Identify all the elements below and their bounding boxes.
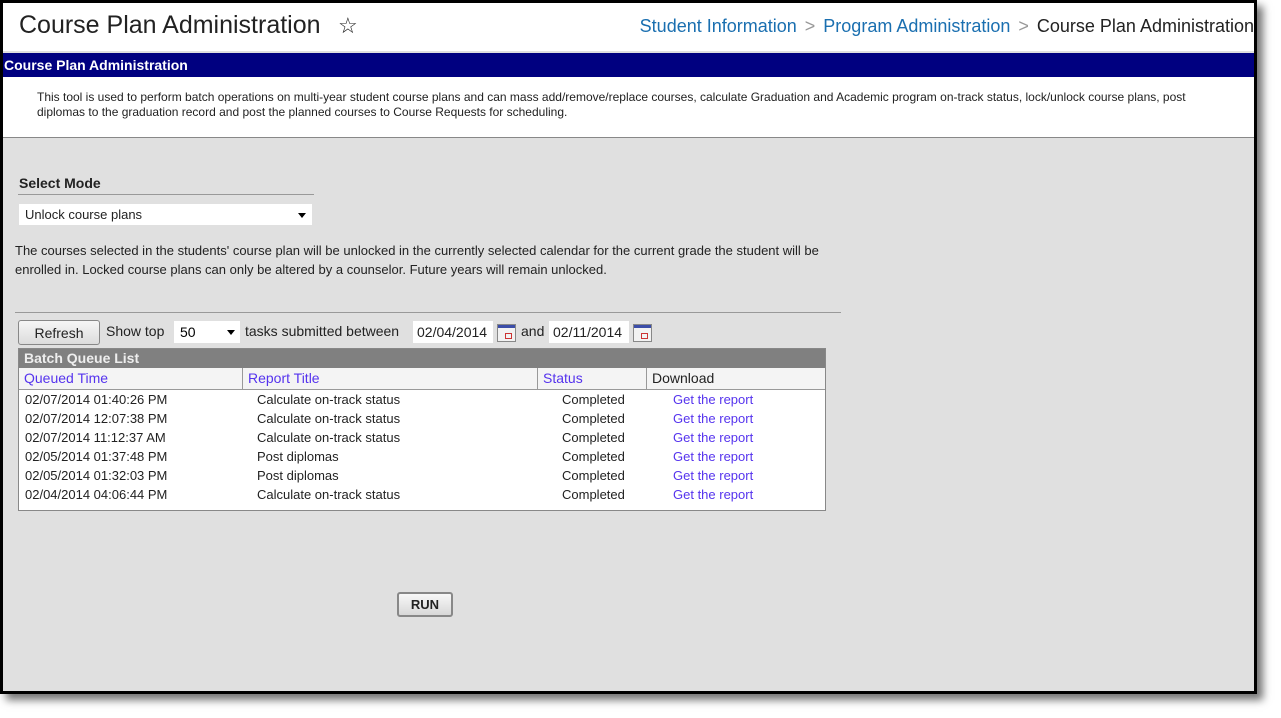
divider (18, 194, 314, 195)
and-label: and (521, 323, 545, 339)
status-cell: Completed (562, 392, 625, 407)
batch-queue-title: Batch Queue List (19, 349, 825, 368)
refresh-button[interactable]: Refresh (18, 320, 100, 345)
get-report-link[interactable]: Get the report (673, 466, 753, 485)
column-queued-time[interactable]: Queued Time (19, 368, 243, 389)
show-top-select[interactable]: 50 (174, 321, 240, 343)
queued-time-cell: 02/07/2014 12:07:38 PM (25, 411, 168, 426)
tool-description-box: This tool is used to perform batch opera… (3, 77, 1254, 138)
get-report-link[interactable]: Get the report (673, 485, 753, 504)
dropdown-caret-icon (227, 330, 235, 335)
batch-queue-list: Batch Queue List Queued Time Report Titl… (18, 348, 826, 511)
report-title-cell: Post diplomas (257, 468, 339, 483)
status-cell: Completed (562, 487, 625, 502)
queued-time-cell: 02/05/2014 01:32:03 PM (25, 468, 168, 483)
report-title-cell: Calculate on-track status (257, 392, 401, 407)
get-report-link[interactable]: Get the report (673, 447, 753, 466)
top-bar: Course Plan Administration ☆ Student Inf… (3, 3, 1254, 51)
table-row: 02/07/2014 11:12:37 AM Calculate on-track… (19, 428, 825, 447)
column-status[interactable]: Status (538, 368, 647, 389)
calendar-icon[interactable] (497, 324, 516, 342)
report-title-cell: Calculate on-track status (257, 411, 401, 426)
get-report-link[interactable]: Get the report (673, 409, 753, 428)
report-title-cell: Post diplomas (257, 449, 339, 464)
run-button[interactable]: RUN (397, 592, 453, 617)
tool-description: This tool is used to perform batch opera… (37, 90, 1186, 119)
queued-time-cell: 02/05/2014 01:37:48 PM (25, 449, 168, 464)
table-row: 02/04/2014 04:06:44 PM Calculate on-track… (19, 485, 825, 504)
get-report-link[interactable]: Get the report (673, 428, 753, 447)
divider (15, 312, 841, 313)
favorite-star-icon[interactable]: ☆ (338, 13, 358, 39)
tasks-between-label: tasks submitted between (245, 323, 400, 339)
breadcrumb-student-information[interactable]: Student Information (640, 16, 797, 36)
status-cell: Completed (562, 468, 625, 483)
chevron-right-icon: > (1018, 16, 1029, 36)
calendar-icon[interactable] (633, 324, 652, 342)
chevron-right-icon: > (804, 16, 816, 36)
queued-time-cell: 02/07/2014 11:12:37 AM (25, 430, 166, 445)
breadcrumb-current: Course Plan Administration (1036, 16, 1254, 36)
column-report-title[interactable]: Report Title (243, 368, 538, 389)
mode-select-value: Unlock course plans (25, 207, 143, 222)
panel-header: Course Plan Administration (3, 53, 1254, 77)
status-cell: Completed (562, 449, 625, 464)
breadcrumb: Student Information > Program Administrati… (640, 16, 1254, 37)
mode-description: The courses selected in the students' co… (15, 243, 819, 277)
status-cell: Completed (562, 411, 625, 426)
get-report-link[interactable]: Get the report (673, 390, 753, 409)
start-date-input[interactable] (413, 321, 493, 343)
select-mode-label: Select Mode (19, 175, 101, 191)
breadcrumb-program-administration[interactable]: Program Administration (823, 16, 1010, 36)
app-window: Course Plan Administration ☆ Student Inf… (0, 0, 1257, 694)
report-title-cell: Calculate on-track status (257, 430, 401, 445)
table-row: 02/05/2014 01:32:03 PM Post diplomas Compl… (19, 466, 825, 485)
queued-time-cell: 02/07/2014 01:40:26 PM (25, 392, 168, 407)
table-row: 02/07/2014 12:07:38 PM Calculate on-track… (19, 409, 825, 428)
dropdown-caret-icon (298, 213, 306, 218)
table-row: 02/07/2014 01:40:26 PM Calculate on-track… (19, 390, 825, 409)
batch-queue-header: Queued Time Report Title Status Download (19, 368, 825, 390)
column-download: Download (652, 370, 715, 386)
status-cell: Completed (562, 430, 625, 445)
mode-select[interactable]: Unlock course plans (19, 204, 312, 225)
batch-queue-rows: 02/07/2014 01:40:26 PM Calculate on-track… (19, 390, 825, 504)
table-row: 02/05/2014 01:37:48 PM Post diplomas Compl… (19, 447, 825, 466)
show-top-value: 50 (180, 324, 196, 340)
page-title: Course Plan Administration (19, 11, 321, 39)
report-title-cell: Calculate on-track status (257, 487, 401, 502)
show-top-label: Show top (106, 323, 165, 339)
end-date-input[interactable] (549, 321, 629, 343)
queued-time-cell: 02/04/2014 04:06:44 PM (25, 487, 168, 502)
